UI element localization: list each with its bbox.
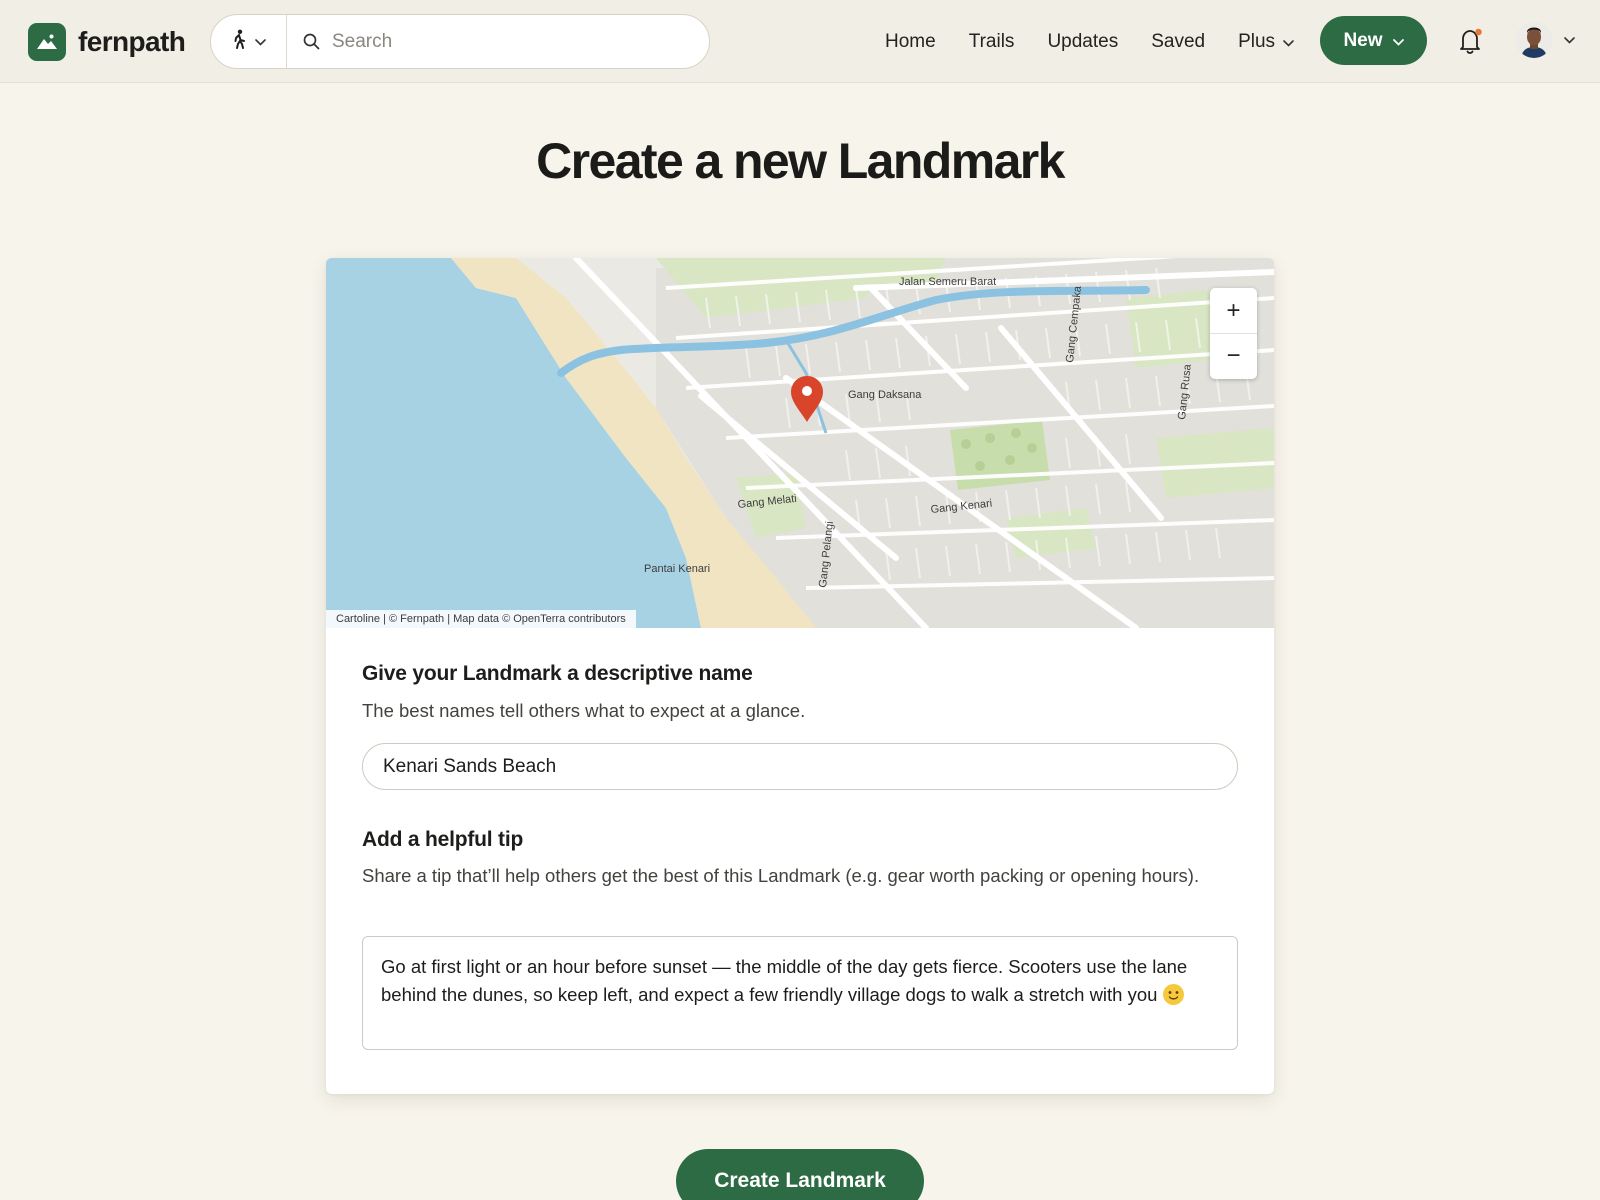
top-navigation-bar: fernpath Home Trails Updates Saved Plus [0, 0, 1600, 83]
map-zoom-controls: + − [1210, 288, 1257, 379]
map-attribution: Cartoline | © Fernpath | Map data © Open… [326, 610, 636, 628]
zoom-in-button[interactable]: + [1210, 288, 1257, 333]
nav-home[interactable]: Home [885, 31, 936, 53]
mountain-icon [28, 23, 66, 61]
create-landmark-button[interactable]: Create Landmark [676, 1149, 924, 1200]
notification-dot [1475, 28, 1482, 36]
nav-plus-label: Plus [1238, 30, 1276, 52]
new-button-label: New [1343, 29, 1383, 51]
chevron-down-icon [1283, 31, 1294, 53]
search-icon [303, 33, 320, 50]
account-menu[interactable] [1516, 22, 1575, 58]
logo-text: fernpath [78, 26, 186, 57]
search-input[interactable] [332, 30, 692, 53]
zoom-out-button[interactable]: − [1210, 333, 1257, 378]
logo[interactable]: fernpath [28, 22, 186, 62]
name-field-title: Give your Landmark a descriptive name [362, 662, 753, 685]
tip-textarea[interactable]: Go at first light or an hour before suns… [362, 936, 1238, 1050]
chevron-down-icon [1564, 31, 1575, 49]
user-avatar [1516, 22, 1552, 58]
main-nav: Home Trails Updates Saved Plus [885, 0, 1327, 83]
tip-field-title: Add a helpful tip [362, 828, 524, 851]
bell-icon[interactable] [1458, 26, 1484, 56]
slightly-smiling-face-emoji [1162, 984, 1184, 1005]
nav-trails[interactable]: Trails [969, 31, 1015, 53]
map-label-gang-daksana: Gang Daksana [848, 389, 922, 401]
tip-text: Go at first light or an hour before suns… [381, 956, 1188, 1005]
landmark-form-card: Jalan Semeru Barat Gang Cempaka Gang Rus… [326, 258, 1274, 1094]
nav-updates[interactable]: Updates [1047, 31, 1118, 53]
map-canvas: Jalan Semeru Barat Gang Cempaka Gang Rus… [326, 258, 1274, 628]
landmark-name-input[interactable] [362, 743, 1238, 790]
chevron-down-icon [255, 33, 266, 51]
nav-plus[interactable]: Plus [1238, 31, 1294, 53]
page-title: Create a new Landmark [536, 133, 1065, 189]
nav-saved[interactable]: Saved [1151, 31, 1205, 53]
activity-mode-select[interactable] [211, 15, 287, 68]
walking-person-icon [231, 29, 247, 54]
chevron-down-icon [1392, 30, 1404, 52]
new-button[interactable]: New [1320, 16, 1427, 65]
tip-field-help: Share a tip that’ll help others get the … [362, 865, 1200, 886]
name-field-help: The best names tell others what to expec… [362, 700, 806, 721]
location-map[interactable]: Jalan Semeru Barat Gang Cempaka Gang Rus… [326, 258, 1274, 628]
map-label-jalan-semeru-barat: Jalan Semeru Barat [899, 276, 996, 288]
search-bar [210, 14, 710, 69]
map-label-pantai-kenari: Pantai Kenari [644, 563, 710, 575]
